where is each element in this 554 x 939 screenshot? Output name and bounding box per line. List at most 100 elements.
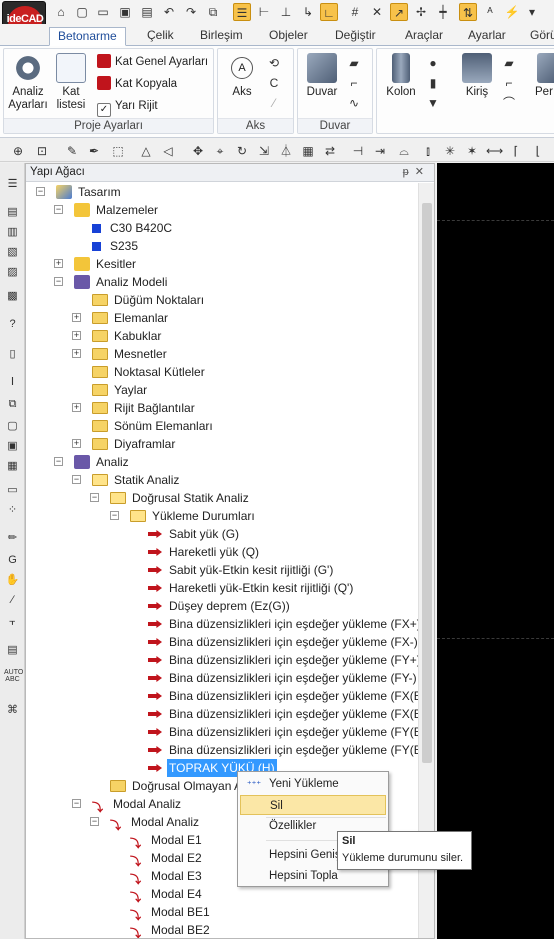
wall-tool-icon[interactable]: ▰ [346,55,362,71]
document-icon[interactable]: ▯ [4,347,21,362]
tree-node-dogrusal-olmayan-analiz[interactable]: Doğrusal Olmayan A [110,777,244,795]
tree-node-load-case[interactable]: Bina düzensizlikleri için eşdeğer yüklem… [148,669,418,687]
tree-node-malzemeler[interactable]: Malzemeler [74,201,160,219]
tree-node-yukleme-durumlari[interactable]: Yükleme Durumları [130,507,257,525]
zoom-extents-icon[interactable]: ⊡ [34,143,50,159]
tree-node-analiz-modeli[interactable]: Analiz Modeli [74,273,169,291]
trim-icon[interactable]: ⊣ [350,143,366,159]
beam-corner-icon[interactable]: ⌐ [501,75,517,91]
analiz-ayarlari-button[interactable]: Analiz Ayarları [8,53,48,112]
layer-icon[interactable]: ▤ [4,205,21,220]
yari-rijit-checkbox[interactable]: ✓ Yarı Rijit [97,97,158,117]
pipe-icon[interactable]: ⫟ [4,615,21,630]
copy-section-icon[interactable]: ⧉ [4,397,21,412]
select-window-icon[interactable]: ⬚ [110,143,126,159]
copy-icon[interactable]: ⌖ [212,143,228,159]
chamfer-icon[interactable]: ⌈ [508,143,524,159]
grid-icon[interactable]: # [346,3,364,21]
tree-node-load-case[interactable]: Bina düzensizlikleri için eşdeğer yüklem… [148,723,418,741]
tree-node-load-case[interactable]: Sabit yük-Etkin kesit rijitliği (G') [148,561,335,579]
lightning-icon[interactable]: ⚡ [503,3,521,21]
axis-arc-icon[interactable]: ⟲ [266,55,282,71]
home-icon[interactable]: ⌂ [52,3,70,21]
kiris-button[interactable]: Kiriş [457,53,497,99]
menu-item-yeni-yukleme[interactable]: ⁺⁺⁺ Yeni Yükleme [240,774,386,794]
layer-2-icon[interactable]: ▥ [4,225,21,240]
tree-node-load-case[interactable]: Hareketli yük-Etkin kesit rijitliği (Q') [148,579,355,597]
tree-node-modal-analiz[interactable]: ⤵ Modal Analiz [110,813,201,832]
tree-node-yaylar[interactable]: Yaylar [92,381,149,399]
redo-icon[interactable]: ↷ [182,3,200,21]
tree-node-load-case[interactable]: Bina düzensizlikleri için eşdeğer yüklem… [148,633,418,651]
expand-icon[interactable]: + [72,439,81,448]
kolon-button[interactable]: Kolon [381,53,421,99]
tab-birlesim[interactable]: Birleşim [200,27,243,46]
tree-panel-icon[interactable]: ☰ [4,177,21,192]
paste-icon[interactable]: ▣ [4,439,21,454]
align-icon[interactable]: ↳ [299,3,317,21]
angle-icon[interactable]: ∟ [320,3,338,21]
collapse-icon[interactable]: − [54,205,63,214]
pointer-icon[interactable]: ↗ [390,3,408,21]
tree-node-modal-mode[interactable]: ⤵ Modal E3 [130,867,204,886]
book-icon[interactable]: ▭ [4,483,21,498]
cross-icon[interactable]: ✕ [368,3,386,21]
tree-node-kesitler[interactable]: Kesitler [74,255,138,273]
slash-icon[interactable]: ∕ [4,593,21,608]
tab-celik[interactable]: Çelik [147,27,174,46]
tree-node-load-case[interactable]: Düşey deprem (Ez(G)) [148,597,292,615]
collapse-icon[interactable]: − [72,475,81,484]
polygon-icon[interactable]: ◁ [160,143,176,159]
close-icon[interactable]: ✕ [415,166,430,178]
beam-curve-icon[interactable]: ⌒ [501,95,517,111]
expand-icon[interactable]: + [54,259,63,268]
expand-icon[interactable]: + [72,331,81,340]
new-file-icon[interactable]: ▢ [73,3,91,21]
dropdown-icon[interactable]: ▾ [523,3,541,21]
layers-icon[interactable]: ☰ [233,3,251,21]
pick-icon[interactable]: ✎ [64,143,80,159]
extend-icon[interactable]: ⇥ [372,143,388,159]
save-icon[interactable]: ▣ [116,3,134,21]
dimension-icon[interactable]: ⇅ [459,3,477,21]
open-folder-icon[interactable]: ▭ [94,3,112,21]
tree-node-modal-analiz-root[interactable]: ⤵ Modal Analiz [92,795,183,814]
column-shape-icon[interactable]: ▮ [425,75,441,91]
tab-objeler[interactable]: Objeler [269,27,308,46]
tree-node-modal-mode[interactable]: ⤵ Modal BE2 [130,921,212,938]
save-as-icon[interactable]: ▤ [138,3,156,21]
column-cap-icon[interactable]: ▼ [425,95,441,111]
explode-icon[interactable]: ✳ [442,143,458,159]
axis-circle-icon[interactable]: C [266,75,282,91]
tree-node-s235[interactable]: S235 [92,237,140,255]
stretch-icon[interactable]: ⇄ [322,143,338,159]
triangle-icon[interactable]: △ [138,143,154,159]
collapse-icon[interactable]: − [90,817,99,826]
offset-icon[interactable]: ⌊ [530,143,546,159]
window-icon[interactable]: ⧉ [204,3,222,21]
tangent-icon[interactable]: ┿ [434,3,452,21]
structure-icon[interactable]: ▧ [4,245,21,260]
floor-icon[interactable]: ▨ [4,265,21,280]
collapse-icon[interactable]: − [90,493,99,502]
tree-node-load-case[interactable]: Bina düzensizlikleri için eşdeğer yüklem… [148,687,418,705]
tree-scrollbar[interactable] [418,183,434,938]
text-style-icon[interactable]: ᴬ [481,3,499,21]
drawing-canvas[interactable] [437,163,554,939]
tree-node-sonum-elemanlari[interactable]: Sönüm Elemanları [92,417,215,435]
dots-icon[interactable]: ⁘ [4,503,21,518]
tree-node-tasarim[interactable]: Tasarım [56,183,123,201]
kat-listesi-button[interactable]: Kat listesi [52,53,90,112]
expand-icon[interactable]: + [72,349,81,358]
scrollbar-thumb[interactable] [422,203,432,763]
menu-item-sil[interactable]: Sil [240,795,386,815]
kat-kopyala-button[interactable]: Kat Kopyala [97,75,177,93]
help-icon[interactable]: ? [4,317,21,332]
tree-node-modal-mode[interactable]: ⤵ Modal E4 [130,885,204,904]
mirror-icon[interactable]: ⇲ [256,143,272,159]
lock-icon[interactable]: ▢ [4,419,21,434]
pin-icon[interactable]: ᵽ [403,166,415,178]
move-icon[interactable]: ✥ [190,143,206,159]
array-icon[interactable]: ▦ [300,143,316,159]
duvar-button[interactable]: Duvar [302,53,342,99]
